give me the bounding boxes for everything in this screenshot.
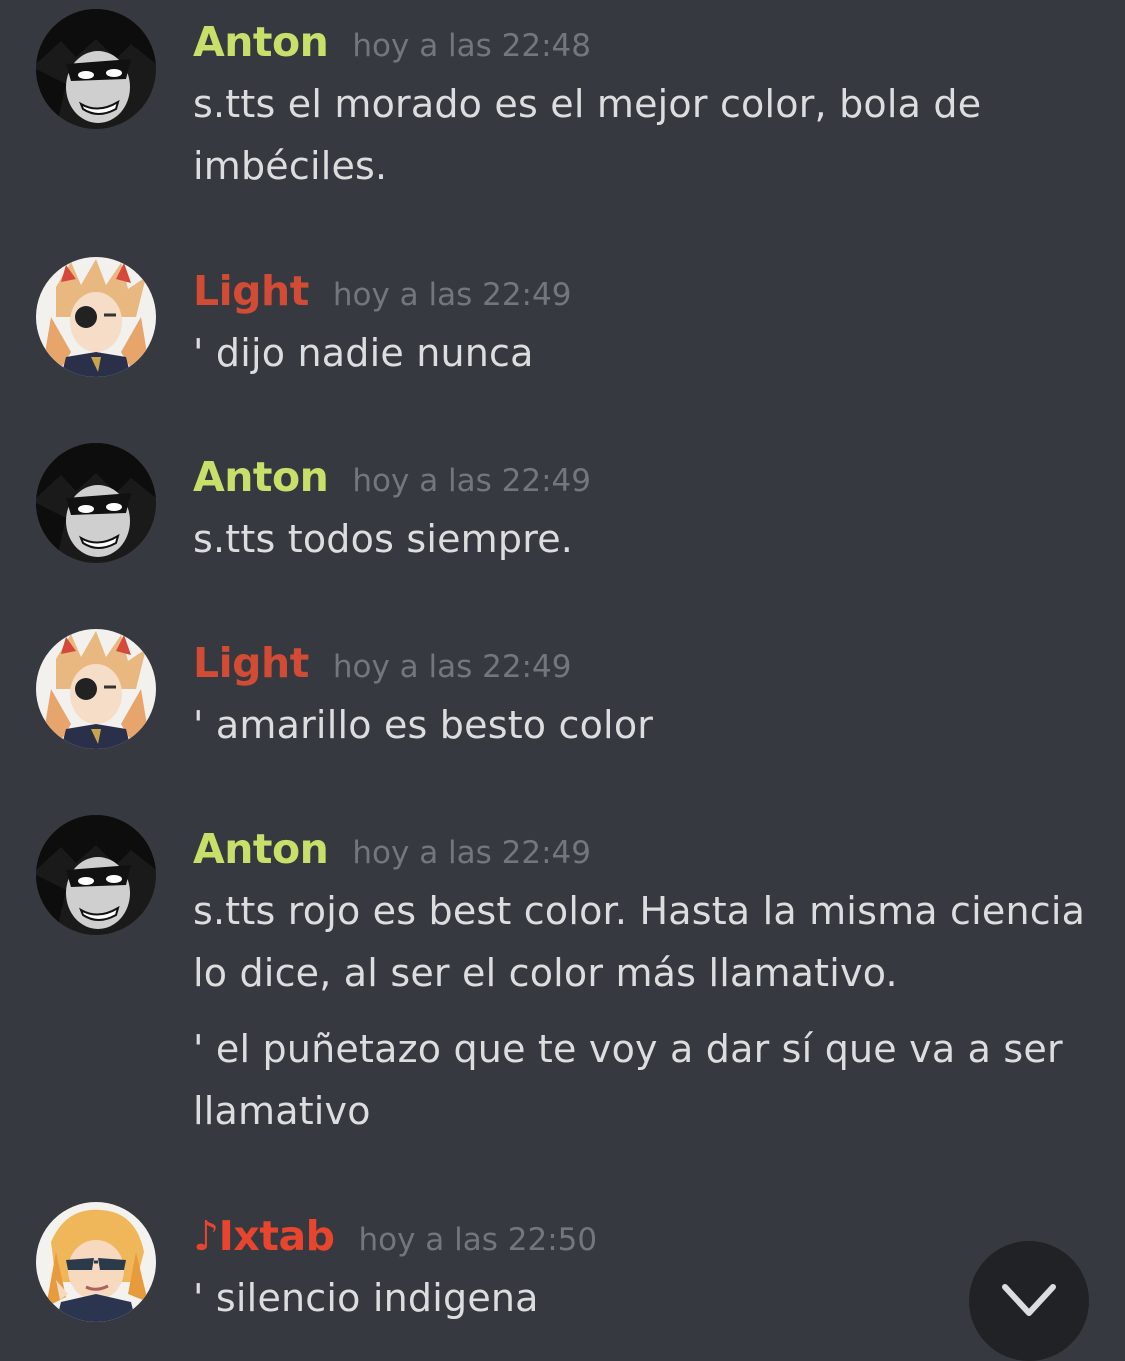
message-text: s.tts todos siempre. <box>193 517 574 561</box>
timestamp: hoy a las 22:49 <box>332 277 572 313</box>
message-header: Anton hoy a las 22:48 <box>193 12 591 72</box>
message-header: Light hoy a las 22:49 <box>193 633 571 693</box>
username[interactable]: Anton <box>193 453 329 501</box>
user-avatar[interactable] <box>36 629 156 749</box>
timestamp: hoy a las 22:48 <box>352 28 591 64</box>
timestamp: hoy a las 22:49 <box>352 835 591 871</box>
timestamp: hoy a las 22:49 <box>332 649 572 685</box>
message-header: Anton hoy a las 22:49 <box>193 819 591 879</box>
message-text: ' amarillo es besto color <box>193 703 654 747</box>
username[interactable]: Anton <box>193 18 329 66</box>
username[interactable]: Light <box>193 267 309 315</box>
message-text: ' silencio indigena <box>193 1276 539 1320</box>
message-text: s.tts rojo es best color. Hasta la misma… <box>193 889 1086 995</box>
user-avatar[interactable] <box>36 257 156 377</box>
message-header: Light hoy a las 22:49 <box>193 261 571 321</box>
user-avatar[interactable] <box>36 1202 156 1322</box>
message-text: ' el puñetazo que te voy a dar sí que va… <box>193 1027 1063 1133</box>
username[interactable]: Anton <box>193 825 329 873</box>
username[interactable]: ♪Ixtab <box>193 1212 335 1260</box>
message-header: ♪Ixtab hoy a las 22:50 <box>193 1206 597 1266</box>
timestamp: hoy a las 22:49 <box>352 463 591 499</box>
username[interactable]: Light <box>193 639 309 687</box>
jump-to-present-button[interactable] <box>969 1241 1089 1361</box>
message-text: ' dijo nadie nunca <box>193 331 534 375</box>
timestamp: hoy a las 22:50 <box>358 1222 598 1258</box>
user-avatar[interactable] <box>36 9 156 129</box>
message-header: Anton hoy a las 22:49 <box>193 447 591 507</box>
message-text: s.tts el morado es el mejor color, bola … <box>193 82 982 188</box>
user-avatar[interactable] <box>36 815 156 935</box>
user-avatar[interactable] <box>36 443 156 563</box>
chevron-down-icon <box>1002 1284 1056 1316</box>
